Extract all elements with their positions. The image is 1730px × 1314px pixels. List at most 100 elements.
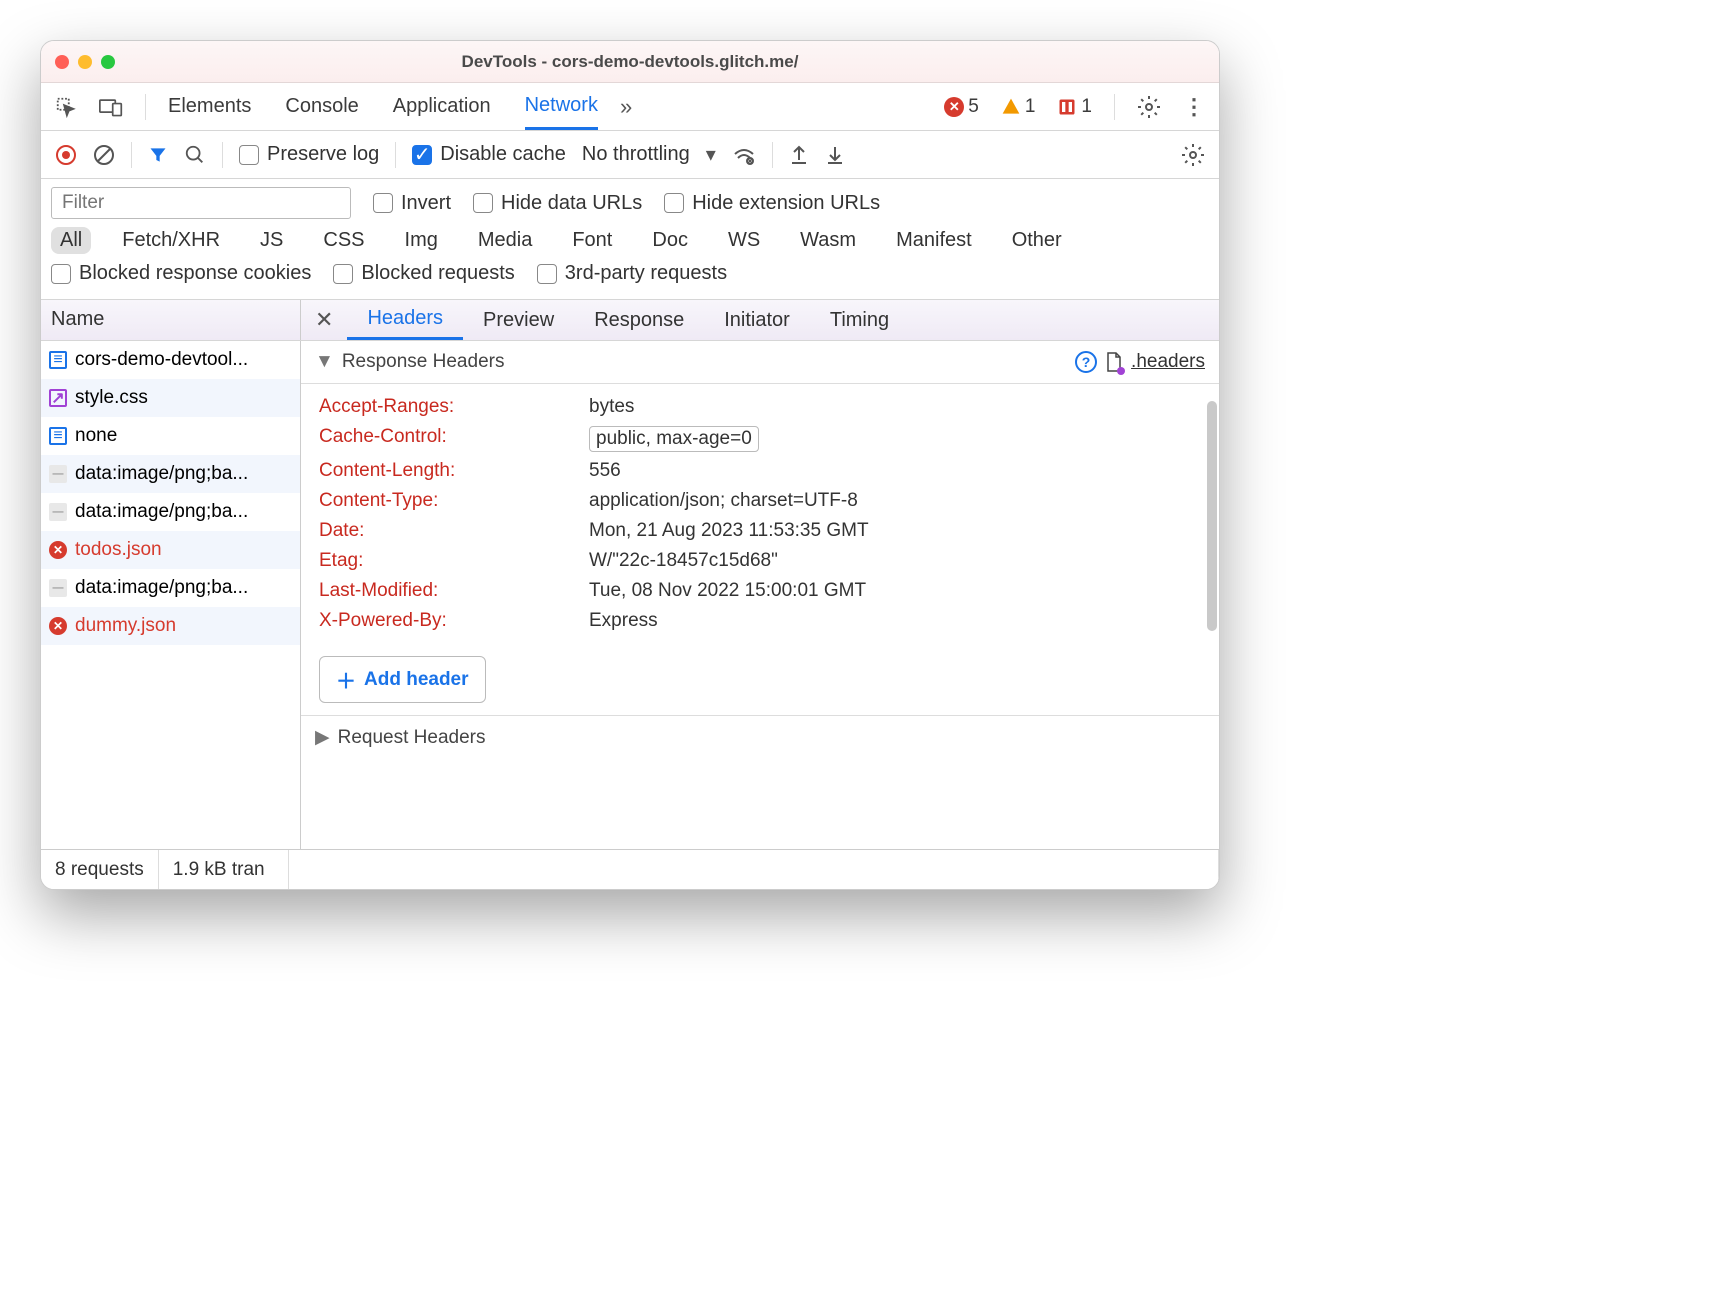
device-toolbar-icon[interactable] xyxy=(99,96,123,118)
add-header-button[interactable]: ＋Add header xyxy=(319,656,486,703)
header-key: Content-Length: xyxy=(319,460,589,482)
name-column-header[interactable]: Name xyxy=(41,300,301,340)
issues-count: 1 xyxy=(1081,96,1092,118)
detail-tab-headers[interactable]: Headers xyxy=(347,300,463,340)
header-value: W/"22c-18457c15d68" xyxy=(589,550,778,572)
detail-tab-response[interactable]: Response xyxy=(574,300,704,340)
filter-bar: Invert Hide data URLs Hide extension URL… xyxy=(41,179,1219,299)
hide-data-urls-checkbox[interactable]: Hide data URLs xyxy=(473,192,642,215)
header-row: Cache-Control:public, max-age=0 xyxy=(301,422,1219,456)
filter-type-ws[interactable]: WS xyxy=(719,227,769,254)
filter-type-wasm[interactable]: Wasm xyxy=(791,227,865,254)
header-value: 556 xyxy=(589,460,621,482)
preserve-log-checkbox[interactable]: Preserve log xyxy=(239,143,379,166)
request-row[interactable]: ✕ todos.json xyxy=(41,531,300,569)
request-row[interactable]: ↗style.css xyxy=(41,379,300,417)
separator xyxy=(131,142,132,168)
filter-type-css[interactable]: CSS xyxy=(314,227,373,254)
kebab-menu-icon[interactable]: ⋮ xyxy=(1183,94,1205,120)
request-row[interactable]: —data:image/png;ba... xyxy=(41,493,300,531)
record-button[interactable] xyxy=(55,144,77,166)
request-name: cors-demo-devtool... xyxy=(75,349,248,371)
separator xyxy=(1114,94,1115,120)
filter-icon[interactable] xyxy=(148,145,168,165)
request-row[interactable]: ≡cors-demo-devtool... xyxy=(41,341,300,379)
throttling-select[interactable]: No throttling xyxy=(582,143,690,166)
detail-tab-preview[interactable]: Preview xyxy=(463,300,574,340)
detail-pane: ▼ Response Headers ? .headers Accept-Ran… xyxy=(301,341,1219,849)
download-har-icon[interactable] xyxy=(825,144,845,166)
search-icon[interactable] xyxy=(184,144,206,166)
request-name: todos.json xyxy=(75,539,162,561)
disclosure-triangle-icon: ▼ xyxy=(315,351,334,373)
filter-type-fetch-xhr[interactable]: Fetch/XHR xyxy=(113,227,229,254)
network-conditions-icon[interactable] xyxy=(732,144,756,166)
request-row[interactable]: —data:image/png;ba... xyxy=(41,455,300,493)
request-name: dummy.json xyxy=(75,615,176,637)
filter-type-font[interactable]: Font xyxy=(563,227,621,254)
filter-type-js[interactable]: JS xyxy=(251,227,292,254)
header-key: Content-Type: xyxy=(319,490,589,512)
invert-checkbox[interactable]: Invert xyxy=(373,192,451,215)
source-file-link[interactable]: .headers xyxy=(1131,351,1205,373)
header-value: bytes xyxy=(589,396,634,418)
separator xyxy=(772,142,773,168)
scrollbar[interactable] xyxy=(1207,401,1217,631)
disable-cache-checkbox[interactable]: ✓Disable cache xyxy=(412,143,566,166)
detail-tab-timing[interactable]: Timing xyxy=(810,300,909,340)
errors-badge[interactable]: ✕ 5 xyxy=(944,96,979,118)
request-name: data:image/png;ba... xyxy=(75,463,248,485)
tab-application[interactable]: Application xyxy=(393,83,491,130)
img-icon: — xyxy=(49,579,67,597)
filter-input[interactable] xyxy=(51,187,351,219)
header-row: Accept-Ranges:bytes xyxy=(301,392,1219,422)
warnings-badge[interactable]: 1 xyxy=(1001,96,1036,118)
header-key: Date: xyxy=(319,520,589,542)
header-key: Accept-Ranges: xyxy=(319,396,589,418)
more-tabs-button[interactable]: » xyxy=(620,94,632,120)
header-row: Etag:W/"22c-18457c15d68" xyxy=(301,546,1219,576)
response-headers-section[interactable]: ▼ Response Headers ? .headers xyxy=(301,341,1219,384)
upload-har-icon[interactable] xyxy=(789,144,809,166)
request-row[interactable]: ≡none xyxy=(41,417,300,455)
chevron-down-icon[interactable]: ▾ xyxy=(706,142,716,167)
blocked-requests-checkbox[interactable]: Blocked requests xyxy=(333,262,514,285)
separator xyxy=(145,94,146,120)
blocked-cookies-checkbox[interactable]: Blocked response cookies xyxy=(51,262,311,285)
help-icon[interactable]: ? xyxy=(1075,351,1097,373)
settings-icon[interactable] xyxy=(1137,95,1161,119)
header-value[interactable]: public, max-age=0 xyxy=(589,426,759,452)
hide-extension-urls-checkbox[interactable]: Hide extension URLs xyxy=(664,192,880,215)
request-name: data:image/png;ba... xyxy=(75,577,248,599)
clear-icon[interactable] xyxy=(93,144,115,166)
filter-type-media[interactable]: Media xyxy=(469,227,541,254)
errors-count: 5 xyxy=(968,96,979,118)
tab-network[interactable]: Network xyxy=(525,83,598,130)
status-transfer: 1.9 kB tran xyxy=(159,850,289,889)
detail-tab-initiator[interactable]: Initiator xyxy=(704,300,810,340)
status-bar: 8 requests 1.9 kB tran xyxy=(41,849,1219,889)
header-key: Last-Modified: xyxy=(319,580,589,602)
tab-elements[interactable]: Elements xyxy=(168,83,251,130)
filter-type-all[interactable]: All xyxy=(51,227,91,254)
request-row[interactable]: — data:image/png;ba... xyxy=(41,569,300,607)
filter-type-manifest[interactable]: Manifest xyxy=(887,227,981,254)
third-party-checkbox[interactable]: 3rd-party requests xyxy=(537,262,727,285)
titlebar: DevTools - cors-demo-devtools.glitch.me/ xyxy=(41,41,1219,83)
status-requests: 8 requests xyxy=(41,850,159,889)
errx-icon: ✕ xyxy=(49,541,67,559)
network-settings-icon[interactable] xyxy=(1181,143,1205,167)
inspect-icon[interactable] xyxy=(55,96,77,118)
filter-type-doc[interactable]: Doc xyxy=(643,227,697,254)
separator xyxy=(395,142,396,168)
filter-type-other[interactable]: Other xyxy=(1003,227,1071,254)
issues-badge[interactable]: 1 xyxy=(1057,96,1092,118)
tab-console[interactable]: Console xyxy=(285,83,358,130)
filter-type-img[interactable]: Img xyxy=(396,227,447,254)
request-list[interactable]: ≡cors-demo-devtool...↗style.css≡none — dat… xyxy=(41,341,301,849)
close-detail-icon[interactable]: ✕ xyxy=(301,307,347,333)
file-icon[interactable] xyxy=(1105,351,1123,373)
request-row[interactable]: ✕dummy.json xyxy=(41,607,300,645)
request-headers-section[interactable]: ▶ Request Headers xyxy=(301,715,1219,759)
header-value: application/json; charset=UTF-8 xyxy=(589,490,858,512)
